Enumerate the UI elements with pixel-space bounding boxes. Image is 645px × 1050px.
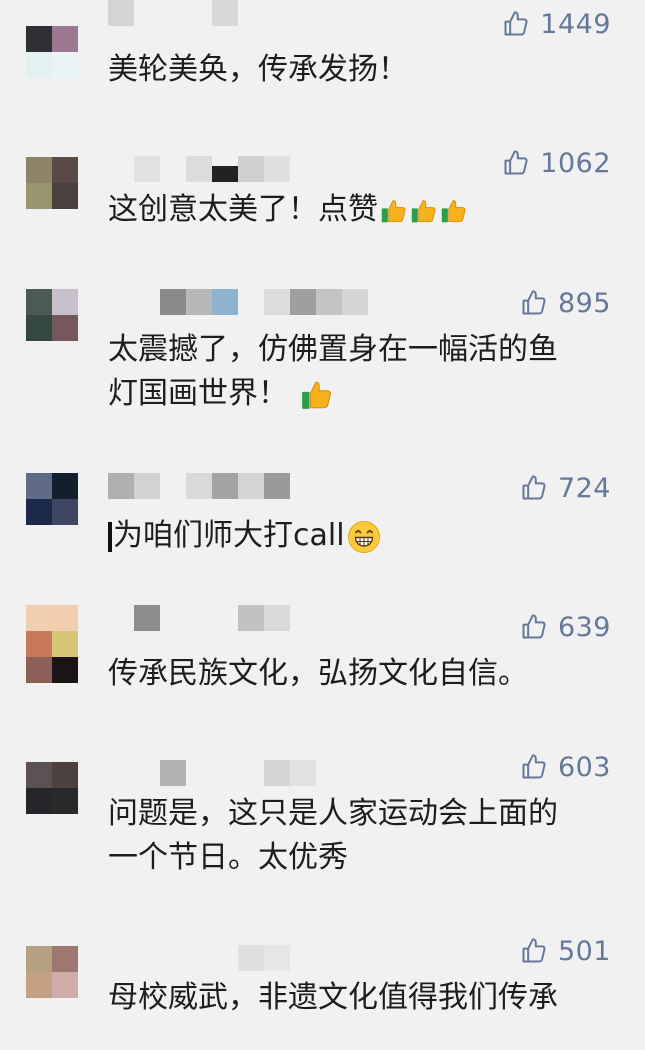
comment-line: 灯国画世界！ (108, 376, 288, 411)
comment-line: 问题是，这只是人家运动会上面的 (108, 796, 558, 831)
thumbs-up-icon (522, 290, 546, 315)
avatar[interactable] (26, 289, 78, 341)
like-count: 1449 (540, 8, 611, 40)
thumbs-up-icon (504, 11, 528, 36)
avatar[interactable] (26, 473, 78, 525)
username-blurred[interactable] (108, 473, 418, 499)
thumbs-up-icon (522, 754, 546, 779)
like-button[interactable]: 724 (520, 468, 611, 508)
username-blurred[interactable] (108, 945, 418, 971)
comment-text: 太震撼了，仿佛置身在一幅活的鱼 灯国画世界！ (108, 328, 628, 416)
like-count: 639 (557, 611, 611, 643)
comment-line: 美轮美奂，传承发扬！ (108, 52, 408, 87)
avatar[interactable] (26, 26, 78, 78)
like-button[interactable]: 1062 (502, 143, 611, 183)
like-count: 895 (557, 287, 611, 319)
thumbs-up-icon (522, 614, 546, 639)
thumbs-up-emoji-icon (441, 199, 466, 222)
like-button[interactable]: 1449 (502, 4, 611, 44)
comment-line: 这创意太美了！点赞 (108, 192, 378, 227)
text-caret (108, 521, 112, 552)
like-count: 724 (557, 472, 611, 504)
comment-line: 传承民族文化，弘扬文化自信。 (108, 656, 528, 691)
username-blurred[interactable] (108, 605, 418, 631)
like-button[interactable]: 501 (520, 931, 611, 971)
like-button[interactable]: 895 (520, 283, 611, 323)
username-blurred[interactable] (108, 156, 418, 182)
avatar[interactable] (26, 946, 78, 998)
username-blurred[interactable] (108, 760, 418, 786)
grinning-face-emoji-icon (347, 520, 380, 553)
like-count: 1062 (540, 147, 611, 179)
comment-line: 为咱们师大打call (113, 518, 345, 553)
comment-line: 太震撼了，仿佛置身在一幅活的鱼 (108, 332, 558, 367)
avatar[interactable] (26, 605, 78, 683)
comment-text: 这创意太美了！点赞 (108, 188, 628, 232)
thumbs-up-icon (504, 150, 528, 175)
avatar[interactable] (26, 157, 78, 209)
comment-line: 母校威武，非遗文化值得我们传承 (108, 980, 558, 1015)
comment-text: 为咱们师大打call (108, 514, 628, 558)
thumbs-up-emoji-icon (381, 199, 406, 222)
comment-text: 传承民族文化，弘扬文化自信。 (108, 652, 628, 696)
like-count: 603 (557, 751, 611, 783)
avatar[interactable] (26, 762, 78, 814)
thumbs-up-icon (522, 938, 546, 963)
comment-text: 美轮美奂，传承发扬！ (108, 48, 628, 92)
username-blurred[interactable] (108, 0, 418, 26)
thumbs-up-emoji-icon (411, 199, 436, 222)
like-button[interactable]: 603 (520, 747, 611, 787)
comment-text: 母校威武，非遗文化值得我们传承 (108, 976, 628, 1020)
thumbs-up-emoji-icon (301, 381, 331, 409)
username-blurred[interactable] (108, 289, 418, 315)
comment-text: 问题是，这只是人家运动会上面的 一个节日。太优秀 (108, 792, 628, 880)
like-count: 501 (557, 935, 611, 967)
like-button[interactable]: 639 (520, 607, 611, 647)
thumbs-up-icon (522, 475, 546, 500)
comment-line: 一个节日。太优秀 (108, 840, 348, 875)
